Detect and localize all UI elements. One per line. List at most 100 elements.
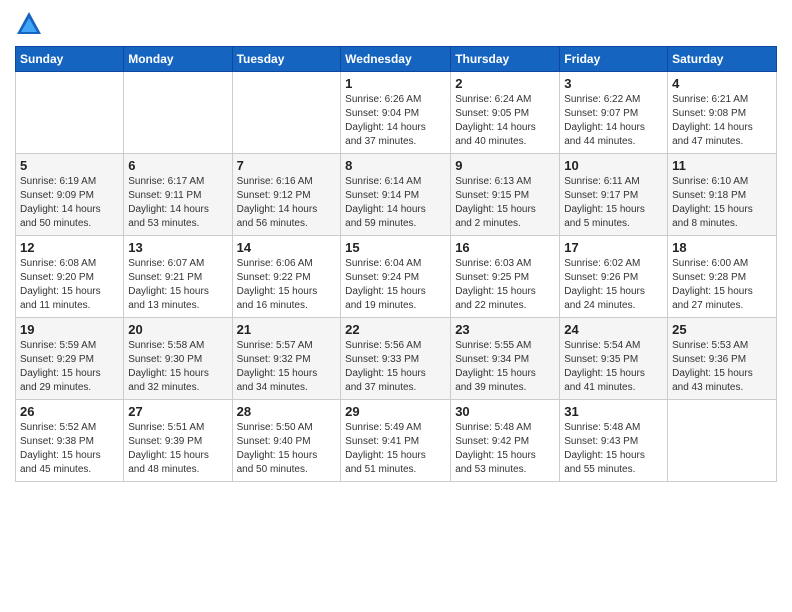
calendar-header-sunday: Sunday bbox=[16, 47, 124, 72]
day-number: 28 bbox=[237, 404, 337, 419]
day-number: 25 bbox=[672, 322, 772, 337]
day-cell: 26Sunrise: 5:52 AM Sunset: 9:38 PM Dayli… bbox=[16, 400, 124, 482]
day-info: Sunrise: 5:49 AM Sunset: 9:41 PM Dayligh… bbox=[345, 421, 446, 477]
day-cell bbox=[232, 72, 341, 154]
day-number: 4 bbox=[672, 76, 772, 91]
day-cell: 23Sunrise: 5:55 AM Sunset: 9:34 PM Dayli… bbox=[451, 318, 560, 400]
day-number: 27 bbox=[128, 404, 227, 419]
day-info: Sunrise: 6:19 AM Sunset: 9:09 PM Dayligh… bbox=[20, 175, 119, 231]
day-cell: 11 Sunrise: 6:10 AM Sunset: 9:18 PM Dayli… bbox=[668, 154, 777, 236]
day-info: Sunrise: 6:08 AM Sunset: 9:20 PM Dayligh… bbox=[20, 257, 119, 313]
day-cell: 5Sunrise: 6:19 AM Sunset: 9:09 PM Daylig… bbox=[16, 154, 124, 236]
day-cell: 25 Sunrise: 5:53 AM Sunset: 9:36 PM Dayli… bbox=[668, 318, 777, 400]
week-row-4: 19 Sunrise: 5:59 AM Sunset: 9:29 PM Dayli… bbox=[16, 318, 777, 400]
day-info: Sunrise: 6:16 AM Sunset: 9:12 PM Dayligh… bbox=[237, 175, 337, 231]
day-number: 19 bbox=[20, 322, 119, 337]
day-info: Sunrise: 6:02 AM Sunset: 9:26 PM Dayligh… bbox=[564, 257, 663, 313]
day-cell: 20 Sunrise: 5:58 AM Sunset: 9:30 PM Dayli… bbox=[124, 318, 232, 400]
day-cell bbox=[124, 72, 232, 154]
day-info: Sunrise: 6:14 AM Sunset: 9:14 PM Dayligh… bbox=[345, 175, 446, 231]
day-cell: 28 Sunrise: 5:50 AM Sunset: 9:40 PM Dayli… bbox=[232, 400, 341, 482]
day-cell: 3 Sunrise: 6:22 AM Sunset: 9:07 PM Daylig… bbox=[560, 72, 668, 154]
day-cell: 7 Sunrise: 6:16 AM Sunset: 9:12 PM Daylig… bbox=[232, 154, 341, 236]
day-number: 12 bbox=[20, 240, 119, 255]
day-number: 21 bbox=[237, 322, 337, 337]
week-row-2: 5Sunrise: 6:19 AM Sunset: 9:09 PM Daylig… bbox=[16, 154, 777, 236]
day-cell: 9 Sunrise: 6:13 AM Sunset: 9:15 PM Daylig… bbox=[451, 154, 560, 236]
day-cell: 31 Sunrise: 5:48 AM Sunset: 9:43 PM Dayli… bbox=[560, 400, 668, 482]
day-info: Sunrise: 5:53 AM Sunset: 9:36 PM Dayligh… bbox=[672, 339, 772, 395]
day-number: 2 bbox=[455, 76, 555, 91]
day-number: 23 bbox=[455, 322, 555, 337]
day-info: Sunrise: 6:00 AM Sunset: 9:28 PM Dayligh… bbox=[672, 257, 772, 313]
calendar-header-friday: Friday bbox=[560, 47, 668, 72]
day-number: 22 bbox=[345, 322, 446, 337]
day-info: Sunrise: 5:54 AM Sunset: 9:35 PM Dayligh… bbox=[564, 339, 663, 395]
day-info: Sunrise: 6:21 AM Sunset: 9:08 PM Dayligh… bbox=[672, 93, 772, 149]
calendar-header-monday: Monday bbox=[124, 47, 232, 72]
day-info: Sunrise: 6:03 AM Sunset: 9:25 PM Dayligh… bbox=[455, 257, 555, 313]
calendar-header-row: SundayMondayTuesdayWednesdayThursdayFrid… bbox=[16, 47, 777, 72]
day-number: 30 bbox=[455, 404, 555, 419]
day-number: 16 bbox=[455, 240, 555, 255]
day-cell: 29 Sunrise: 5:49 AM Sunset: 9:41 PM Dayli… bbox=[341, 400, 451, 482]
day-cell: 8 Sunrise: 6:14 AM Sunset: 9:14 PM Daylig… bbox=[341, 154, 451, 236]
day-info: Sunrise: 6:04 AM Sunset: 9:24 PM Dayligh… bbox=[345, 257, 446, 313]
day-cell: 18 Sunrise: 6:00 AM Sunset: 9:28 PM Dayli… bbox=[668, 236, 777, 318]
day-cell: 14 Sunrise: 6:06 AM Sunset: 9:22 PM Dayli… bbox=[232, 236, 341, 318]
day-info: Sunrise: 5:57 AM Sunset: 9:32 PM Dayligh… bbox=[237, 339, 337, 395]
day-number: 11 bbox=[672, 158, 772, 173]
day-info: Sunrise: 6:24 AM Sunset: 9:05 PM Dayligh… bbox=[455, 93, 555, 149]
day-number: 13 bbox=[128, 240, 227, 255]
week-row-3: 12 Sunrise: 6:08 AM Sunset: 9:20 PM Dayli… bbox=[16, 236, 777, 318]
day-info: Sunrise: 6:13 AM Sunset: 9:15 PM Dayligh… bbox=[455, 175, 555, 231]
calendar-page: SundayMondayTuesdayWednesdayThursdayFrid… bbox=[0, 0, 792, 612]
day-cell: 1 Sunrise: 6:26 AM Sunset: 9:04 PM Daylig… bbox=[341, 72, 451, 154]
calendar-header-thursday: Thursday bbox=[451, 47, 560, 72]
day-info: Sunrise: 5:59 AM Sunset: 9:29 PM Dayligh… bbox=[20, 339, 119, 395]
day-number: 6 bbox=[128, 158, 227, 173]
day-info: Sunrise: 5:58 AM Sunset: 9:30 PM Dayligh… bbox=[128, 339, 227, 395]
day-info: Sunrise: 6:22 AM Sunset: 9:07 PM Dayligh… bbox=[564, 93, 663, 149]
calendar-header-wednesday: Wednesday bbox=[341, 47, 451, 72]
day-info: Sunrise: 6:07 AM Sunset: 9:21 PM Dayligh… bbox=[128, 257, 227, 313]
day-cell: 21 Sunrise: 5:57 AM Sunset: 9:32 PM Dayli… bbox=[232, 318, 341, 400]
day-number: 17 bbox=[564, 240, 663, 255]
day-cell: 24 Sunrise: 5:54 AM Sunset: 9:35 PM Dayli… bbox=[560, 318, 668, 400]
day-info: Sunrise: 5:48 AM Sunset: 9:43 PM Dayligh… bbox=[564, 421, 663, 477]
day-number: 26 bbox=[20, 404, 119, 419]
day-number: 8 bbox=[345, 158, 446, 173]
day-cell: 15Sunrise: 6:04 AM Sunset: 9:24 PM Dayli… bbox=[341, 236, 451, 318]
day-number: 1 bbox=[345, 76, 446, 91]
logo bbox=[15, 10, 47, 38]
calendar-table: SundayMondayTuesdayWednesdayThursdayFrid… bbox=[15, 46, 777, 482]
day-cell: 4 Sunrise: 6:21 AM Sunset: 9:08 PM Daylig… bbox=[668, 72, 777, 154]
calendar-header-tuesday: Tuesday bbox=[232, 47, 341, 72]
day-cell: 19 Sunrise: 5:59 AM Sunset: 9:29 PM Dayli… bbox=[16, 318, 124, 400]
day-number: 9 bbox=[455, 158, 555, 173]
day-info: Sunrise: 6:17 AM Sunset: 9:11 PM Dayligh… bbox=[128, 175, 227, 231]
day-number: 29 bbox=[345, 404, 446, 419]
day-info: Sunrise: 5:50 AM Sunset: 9:40 PM Dayligh… bbox=[237, 421, 337, 477]
day-cell: 27Sunrise: 5:51 AM Sunset: 9:39 PM Dayli… bbox=[124, 400, 232, 482]
day-number: 31 bbox=[564, 404, 663, 419]
calendar-header-saturday: Saturday bbox=[668, 47, 777, 72]
day-info: Sunrise: 6:11 AM Sunset: 9:17 PM Dayligh… bbox=[564, 175, 663, 231]
day-number: 20 bbox=[128, 322, 227, 337]
day-number: 3 bbox=[564, 76, 663, 91]
day-info: Sunrise: 6:10 AM Sunset: 9:18 PM Dayligh… bbox=[672, 175, 772, 231]
day-number: 24 bbox=[564, 322, 663, 337]
header bbox=[15, 10, 777, 38]
day-number: 7 bbox=[237, 158, 337, 173]
day-number: 18 bbox=[672, 240, 772, 255]
day-cell: 10 Sunrise: 6:11 AM Sunset: 9:17 PM Dayli… bbox=[560, 154, 668, 236]
day-number: 10 bbox=[564, 158, 663, 173]
day-cell: 22Sunrise: 5:56 AM Sunset: 9:33 PM Dayli… bbox=[341, 318, 451, 400]
day-number: 14 bbox=[237, 240, 337, 255]
day-info: Sunrise: 5:48 AM Sunset: 9:42 PM Dayligh… bbox=[455, 421, 555, 477]
day-cell: 2 Sunrise: 6:24 AM Sunset: 9:05 PM Daylig… bbox=[451, 72, 560, 154]
day-cell bbox=[16, 72, 124, 154]
day-info: Sunrise: 6:26 AM Sunset: 9:04 PM Dayligh… bbox=[345, 93, 446, 149]
day-cell: 12 Sunrise: 6:08 AM Sunset: 9:20 PM Dayli… bbox=[16, 236, 124, 318]
day-info: Sunrise: 6:06 AM Sunset: 9:22 PM Dayligh… bbox=[237, 257, 337, 313]
